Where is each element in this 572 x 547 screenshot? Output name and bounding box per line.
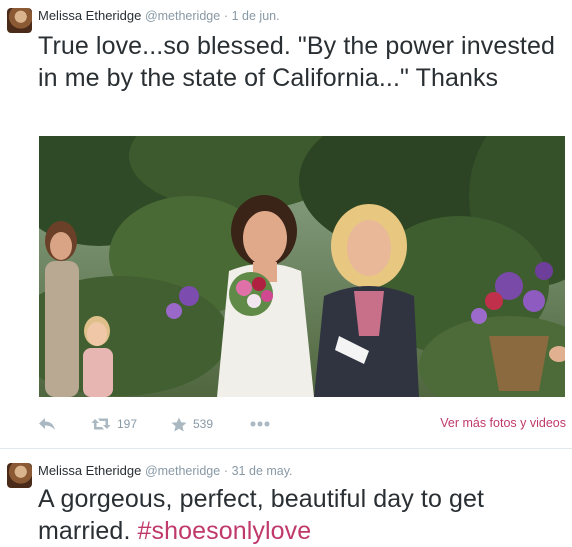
more-photos-link[interactable]: Ver más fotos y videos [440, 416, 566, 430]
tweet-text: True love...so blessed. "By the power in… [38, 32, 555, 92]
reply-icon [38, 417, 56, 431]
timestamp[interactable]: 31 de may. [232, 464, 293, 478]
retweet-icon [91, 417, 111, 431]
favorite-button[interactable]: 539 [171, 414, 213, 434]
reply-button[interactable] [38, 414, 56, 434]
star-icon [171, 417, 187, 432]
favorite-count: 539 [193, 417, 214, 431]
avatar[interactable] [7, 8, 32, 33]
tweet[interactable]: Melissa Etheridge @metheridge · 1 de jun… [0, 0, 572, 448]
fullname[interactable]: Melissa Etheridge [38, 463, 141, 478]
timestamp[interactable]: 1 de jun. [232, 9, 280, 23]
more-button[interactable] [250, 414, 270, 434]
retweet-count: 197 [117, 417, 138, 431]
username[interactable]: @metheridge [145, 9, 220, 23]
tweet-header: Melissa Etheridge @metheridge · 31 de ma… [38, 463, 293, 479]
separator: · [223, 9, 228, 23]
fullname[interactable]: Melissa Etheridge [38, 8, 141, 23]
avatar[interactable] [7, 463, 32, 488]
hashtag-link[interactable]: #shoesonlylove [138, 517, 312, 545]
separator: · [223, 464, 228, 478]
tweet-actions: 197 539 Ver más fotos y videos [38, 414, 566, 434]
tweet-text: A gorgeous, perfect, beautiful day to ge… [38, 483, 563, 547]
tweet-photo[interactable] [39, 136, 565, 397]
retweet-button[interactable]: 197 [91, 414, 137, 434]
wedding-photo [39, 136, 565, 397]
tweet[interactable]: Melissa Etheridge @metheridge · 31 de ma… [0, 449, 572, 547]
tweet-header: Melissa Etheridge @metheridge · 1 de jun… [38, 8, 280, 24]
username[interactable]: @metheridge [145, 464, 220, 478]
more-dots-icon [250, 421, 270, 427]
